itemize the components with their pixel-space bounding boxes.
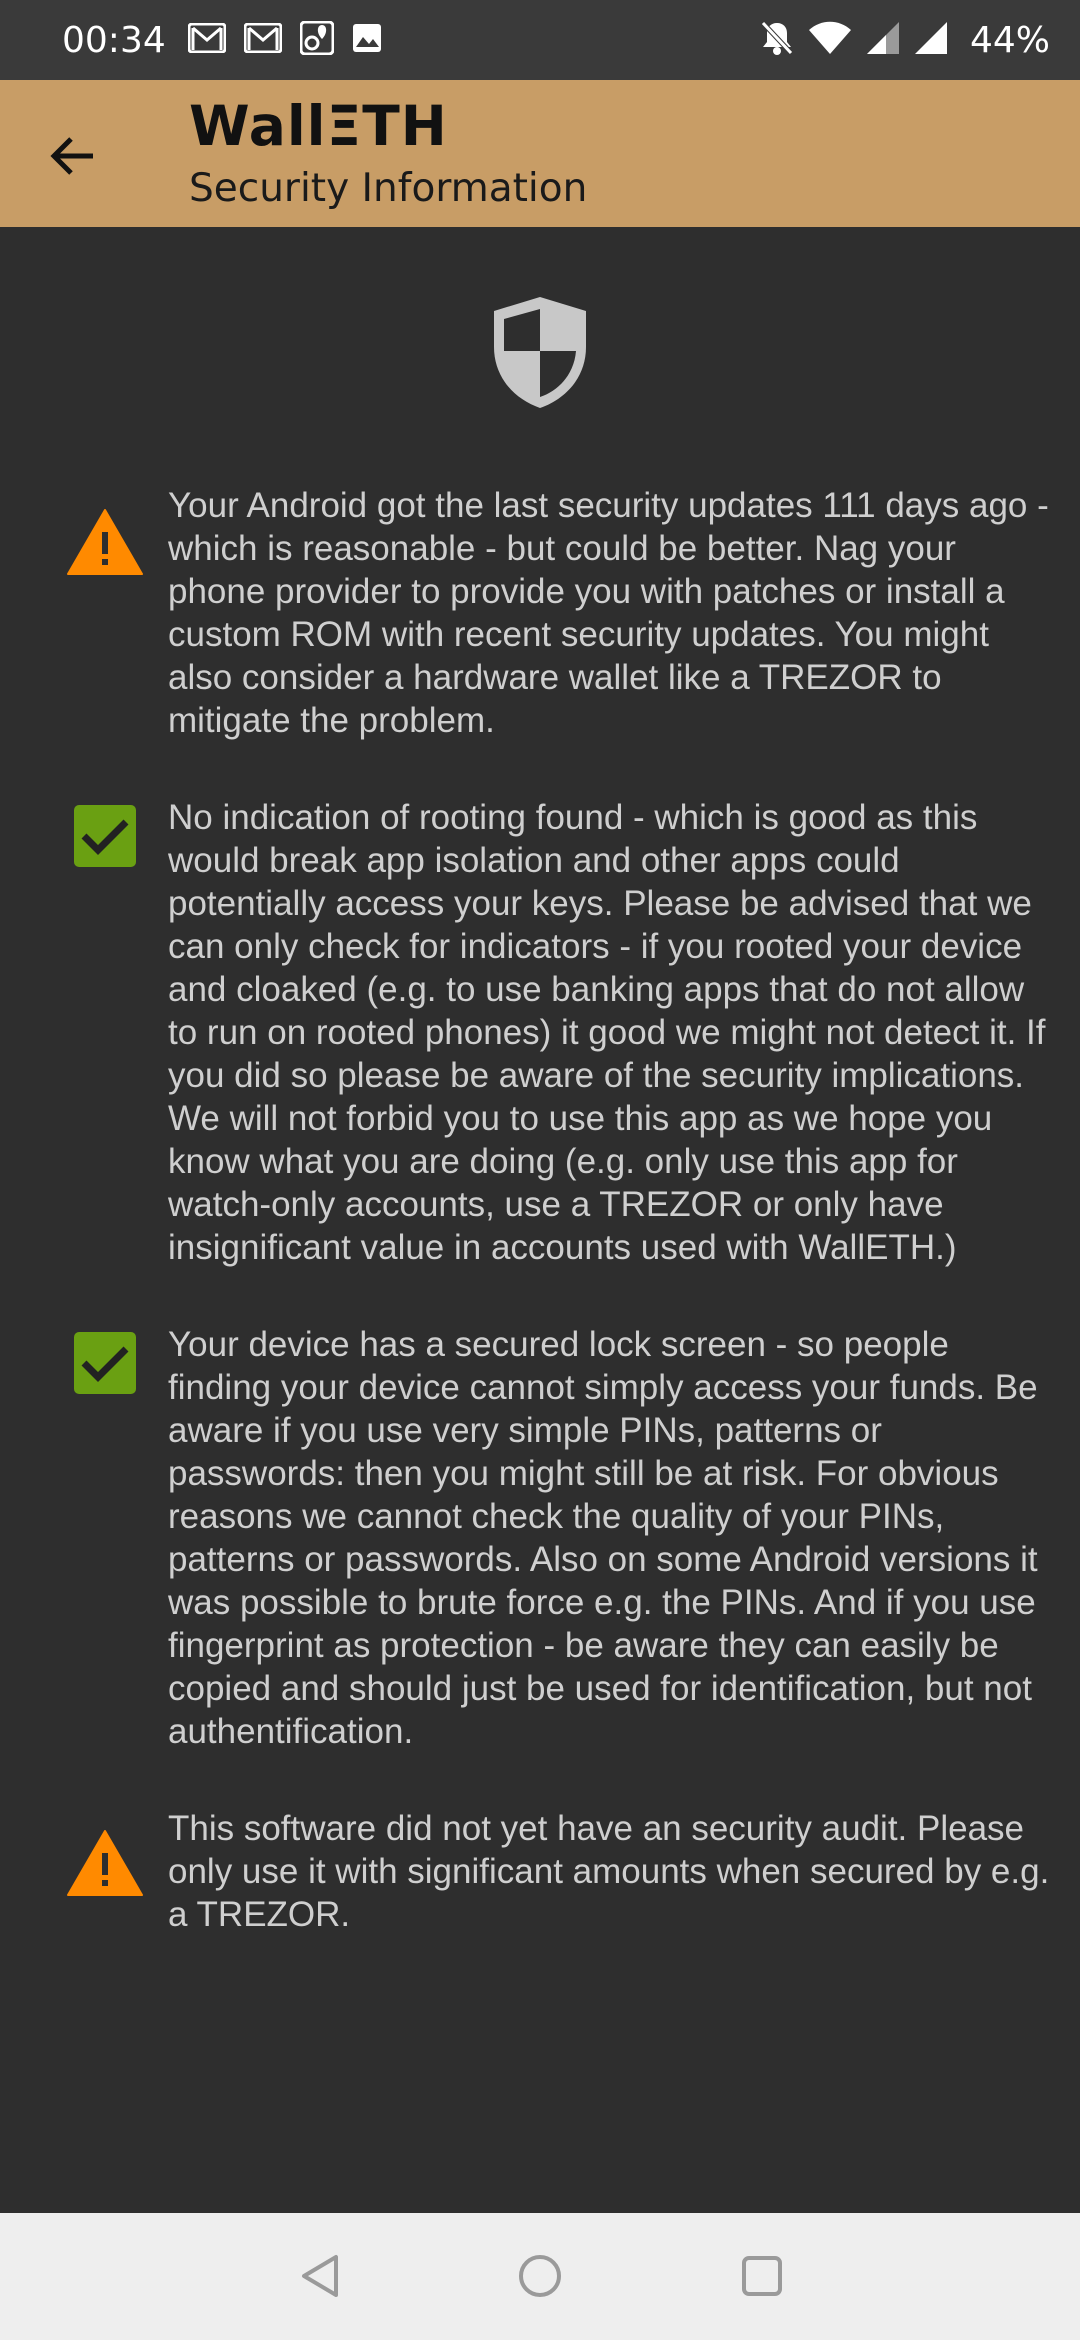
signal-icon — [914, 21, 948, 59]
notification-icons — [187, 20, 382, 59]
system-nav-bar — [0, 2213, 1080, 2340]
gmail-icon — [243, 22, 283, 57]
maps-icon — [299, 20, 335, 59]
recents-nav-icon[interactable] — [727, 2241, 797, 2311]
security-item-root: No indication of rooting found - which i… — [0, 796, 1080, 1269]
security-item-text: Your device has a secured lock screen - … — [168, 1325, 1038, 1751]
app-bar: WallΞTH Security Information — [0, 80, 1080, 227]
back-nav-icon[interactable] — [285, 2241, 355, 2311]
back-button[interactable] — [30, 114, 114, 198]
security-item-lockscreen: Your device has a secured lock screen - … — [0, 1323, 1080, 1753]
photo-icon — [352, 23, 382, 57]
warning-icon — [64, 504, 146, 580]
system-icons: 44% — [760, 20, 1050, 61]
security-info-list: Your Android got the last security updat… — [0, 484, 1080, 1990]
battery-level: 44% — [969, 19, 1050, 61]
mute-icon — [760, 20, 794, 60]
security-item-text: This software did not yet have an securi… — [168, 1809, 1050, 1934]
warning-icon — [64, 1825, 146, 1901]
status-bar: 00:34 44% — [0, 0, 1080, 80]
shield-icon — [492, 295, 588, 410]
checkbox-checked-icon — [64, 798, 146, 874]
app-title: WallΞTH — [189, 94, 448, 158]
home-nav-icon[interactable] — [505, 2241, 575, 2311]
status-time: 00:34 — [62, 19, 166, 61]
wifi-icon — [808, 21, 852, 59]
checkbox-checked-icon — [64, 1325, 146, 1401]
signal-icon — [866, 21, 900, 59]
security-item-text: Your Android got the last security updat… — [168, 486, 1049, 740]
security-item-updates: Your Android got the last security updat… — [0, 484, 1080, 742]
page-title: Security Information — [189, 166, 588, 211]
arrow-left-icon — [50, 137, 93, 175]
security-item-text: No indication of rooting found - which i… — [168, 798, 1046, 1267]
gmail-icon — [187, 22, 227, 57]
security-item-audit: This software did not yet have an securi… — [0, 1807, 1080, 1936]
